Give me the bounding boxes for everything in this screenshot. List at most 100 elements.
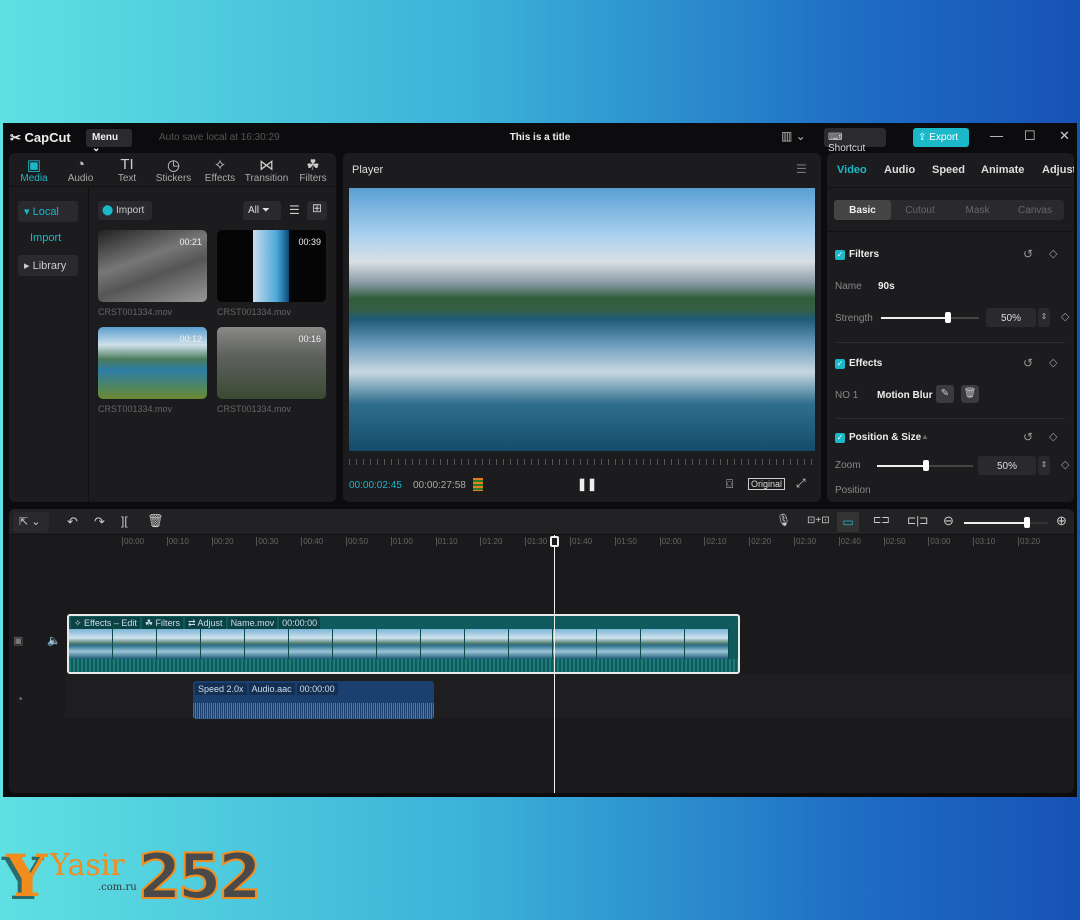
subtab-canvas[interactable]: Canvas (1007, 200, 1064, 220)
filter-dropdown[interactable]: All ⏷ (243, 201, 281, 220)
tab-audio[interactable]: Audio (884, 164, 915, 176)
zoom-out-icon[interactable]: ⊖ (943, 513, 954, 529)
media-duration: 00:12 (179, 334, 202, 344)
video-clip[interactable]: ✧ Effects – Edit ☘ Filters ⇄ Adjust Name.mo… (67, 614, 740, 674)
zoom-in-icon[interactable]: ⊕ (1056, 513, 1067, 529)
microphone-icon[interactable]: 🎙 (776, 513, 791, 527)
subtab-mask[interactable]: Mask (949, 200, 1006, 220)
magnet-snap-icon[interactable]: ▭ (837, 512, 859, 532)
video-track-icon[interactable]: ▣ (13, 634, 23, 647)
subtab-basic[interactable]: Basic (834, 200, 891, 220)
audio-clip[interactable]: Speed 2.0x Audio.aac 00:00:00 (193, 681, 434, 719)
playhead[interactable] (554, 535, 555, 793)
layout-icon[interactable]: ▥ ⌄ (781, 129, 806, 143)
reset-icon[interactable]: ↺ (1023, 430, 1033, 444)
shortcut-button[interactable]: ⌨ Shortcut (824, 128, 886, 154)
menu-button[interactable]: Menu ⌄ (86, 129, 132, 154)
edit-effect-button[interactable]: ✎ (936, 385, 954, 403)
ruler-tick: 02:20 (749, 537, 772, 546)
ruler-tick: 02:00 (659, 537, 682, 546)
tab-speed[interactable]: Speed (932, 164, 965, 176)
tab-video[interactable]: Video (837, 164, 867, 176)
keyframe-icon[interactable]: ◇ (1049, 430, 1057, 443)
zoom-slider[interactable] (877, 460, 973, 471)
clip-frame (201, 629, 245, 659)
pause-button[interactable]: ❚❚ (577, 477, 597, 491)
clip-frame (157, 629, 201, 659)
media-item[interactable]: 00:39 (217, 230, 326, 302)
keyframe-icon[interactable]: ◇ (1061, 310, 1069, 323)
audio-track-icon[interactable]: ◔ (16, 692, 23, 706)
subtab-cutout[interactable]: Cutout (892, 200, 949, 220)
grid-view-icon[interactable]: ⊞ (307, 201, 327, 220)
slider-knob[interactable] (944, 312, 951, 323)
screenshot-icon[interactable]: ⌼ (726, 477, 733, 492)
tab-filters[interactable]: ☘ Filters (290, 156, 336, 184)
tab-animate[interactable]: Animate (981, 164, 1024, 176)
list-view-icon[interactable]: ☰ (289, 203, 300, 217)
clip-frame (245, 629, 289, 659)
chain-icon[interactable]: ⊏⊐ (873, 515, 890, 526)
media-item[interactable]: 00:16 (217, 327, 326, 399)
keyframe-icon[interactable]: ◇ (1049, 356, 1057, 369)
fullscreen-icon[interactable]: ⤢ (796, 476, 806, 491)
link-clips-icon[interactable]: ⊡+⊡ (807, 515, 830, 526)
keyframe-icon[interactable]: ◇ (1049, 247, 1057, 260)
keyframe-icon[interactable]: ◇ (1061, 458, 1069, 471)
playhead-handle[interactable] (550, 536, 559, 547)
media-duration: 00:39 (298, 237, 321, 247)
import-button[interactable]: ⬤ Import (98, 201, 152, 220)
split-preview-icon[interactable]: ⊏|⊐ (907, 514, 928, 527)
minimize-button[interactable]: — (990, 128, 1003, 143)
tab-text[interactable]: TI Text (104, 156, 150, 184)
tab-effects[interactable]: ✧ Effects (197, 156, 243, 184)
strength-slider[interactable] (881, 312, 979, 323)
slider-knob[interactable] (922, 460, 929, 471)
reset-icon[interactable]: ↺ (1023, 247, 1033, 261)
media-duration: 00:21 (179, 237, 202, 247)
media-item[interactable]: 00:21 (98, 230, 207, 302)
export-button[interactable]: ⇪ Export (913, 128, 969, 147)
media-item[interactable]: 00:12 (98, 327, 207, 399)
sidebar-item-local[interactable]: ▾ Local (18, 201, 78, 222)
clip-frame (421, 629, 465, 659)
tab-audio[interactable]: ◔ Audio (58, 156, 104, 184)
undo-icon[interactable]: ↶ (67, 514, 78, 530)
mute-icon[interactable]: 🔈 (47, 634, 61, 647)
subtabs: Basic Cutout Mask Canvas (834, 200, 1064, 220)
effects-checkbox[interactable]: ✓ (835, 359, 845, 369)
collapse-icon[interactable]: ▲ (921, 432, 929, 441)
player-scrubber[interactable] (349, 459, 815, 465)
player-menu-icon[interactable]: ☰ (796, 162, 807, 176)
zoom-input[interactable]: 50% (978, 456, 1036, 475)
sticker-icon: ◷ (166, 157, 181, 174)
filters-checkbox[interactable]: ✓ (835, 250, 845, 260)
redo-icon[interactable]: ↷ (94, 514, 105, 530)
sidebar-item-library[interactable]: ▸ Library (18, 255, 78, 276)
current-time: 00:00:02:45 (349, 480, 402, 491)
strength-stepper[interactable]: ⇕ (1038, 308, 1050, 327)
strength-input[interactable]: 50% (986, 308, 1036, 327)
clip-frame (553, 629, 597, 659)
ruler-tick: 02:50 (883, 537, 906, 546)
tab-media[interactable]: ▣ Media (11, 156, 57, 184)
maximize-button[interactable]: ☐ (1024, 128, 1036, 144)
position-checkbox[interactable]: ✓ (835, 433, 845, 443)
slider-knob[interactable] (1024, 517, 1030, 528)
trash-icon: 🗑 (963, 388, 977, 399)
strength-label: Strength (835, 313, 873, 324)
tab-adjust[interactable]: Adjust (1042, 164, 1074, 176)
ruler-tick: 02:30 (794, 537, 817, 546)
split-icon[interactable]: ][ (121, 514, 128, 528)
reset-icon[interactable]: ↺ (1023, 356, 1033, 370)
sidebar-item-import[interactable]: Import (24, 228, 84, 249)
close-button[interactable]: ✕ (1059, 128, 1070, 144)
ratio-button[interactable]: Original (748, 478, 786, 490)
zoom-stepper[interactable]: ⇕ (1038, 456, 1050, 475)
select-tool-dropdown[interactable]: ⇱ ⌄ (13, 512, 49, 532)
tab-transition[interactable]: ⋈ Transition (244, 156, 290, 184)
tab-stickers[interactable]: ◷ Stickers (151, 156, 197, 184)
delete-icon[interactable]: 🗑 (147, 513, 164, 529)
delete-effect-button[interactable]: 🗑 (961, 385, 979, 403)
timeline-zoom-slider[interactable] (964, 517, 1048, 528)
